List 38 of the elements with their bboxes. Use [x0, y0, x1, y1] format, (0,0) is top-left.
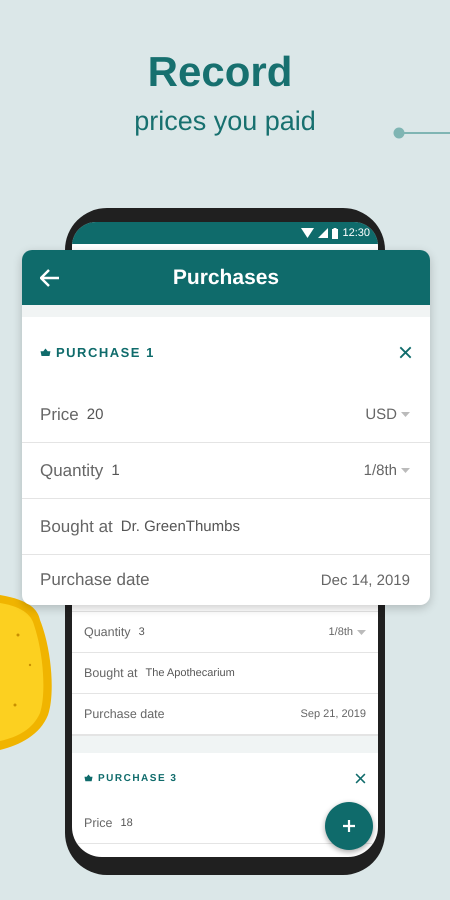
field-label: Quantity	[84, 625, 131, 639]
purchase-heading: PURCHASE 1	[56, 344, 155, 360]
wifi-icon	[301, 228, 314, 238]
back-icon[interactable]	[40, 268, 60, 286]
screen-title: Purchases	[172, 266, 280, 288]
field-label: Quantity	[40, 460, 104, 480]
field-label: Purchase date	[40, 570, 150, 590]
field-value[interactable]: 20	[86, 406, 104, 423]
headline-title: Record	[148, 48, 292, 96]
purchase-heading: PURCHASE 3	[98, 772, 178, 784]
unit-dropdown[interactable]: USD	[365, 406, 412, 423]
field-value[interactable]: 3	[138, 626, 145, 638]
close-icon[interactable]	[399, 346, 412, 358]
field-label: Purchase date	[84, 707, 165, 721]
field-value[interactable]: 1	[111, 462, 120, 479]
field-label: Price	[40, 404, 79, 424]
basket-icon	[40, 348, 51, 356]
field-value[interactable]: 18	[120, 817, 133, 829]
unit-dropdown[interactable]: 1/8th	[328, 626, 366, 638]
close-icon[interactable]	[355, 772, 366, 784]
field-label: Price	[84, 816, 112, 830]
caret-icon	[357, 630, 366, 634]
field-label: Bought at	[40, 516, 113, 536]
signal-icon	[318, 228, 328, 238]
caret-icon	[401, 412, 410, 417]
plus-icon	[342, 819, 356, 833]
date-value[interactable]: Dec 14, 2019	[320, 572, 412, 588]
unit-dropdown[interactable]: 1/8th	[364, 462, 412, 479]
battery-icon	[332, 228, 338, 238]
field-label: Bought at	[84, 666, 138, 680]
status-time: 12:30	[342, 227, 370, 239]
field-value[interactable]: The Apothecarium	[146, 667, 235, 679]
date-value[interactable]: Sep 21, 2019	[300, 708, 366, 720]
field-value[interactable]: Dr. GreenThumbs	[120, 518, 240, 535]
caret-icon	[401, 468, 410, 473]
basket-icon	[84, 774, 93, 782]
leader-line	[393, 127, 450, 139]
headline-subtitle: prices you paid	[134, 106, 316, 137]
